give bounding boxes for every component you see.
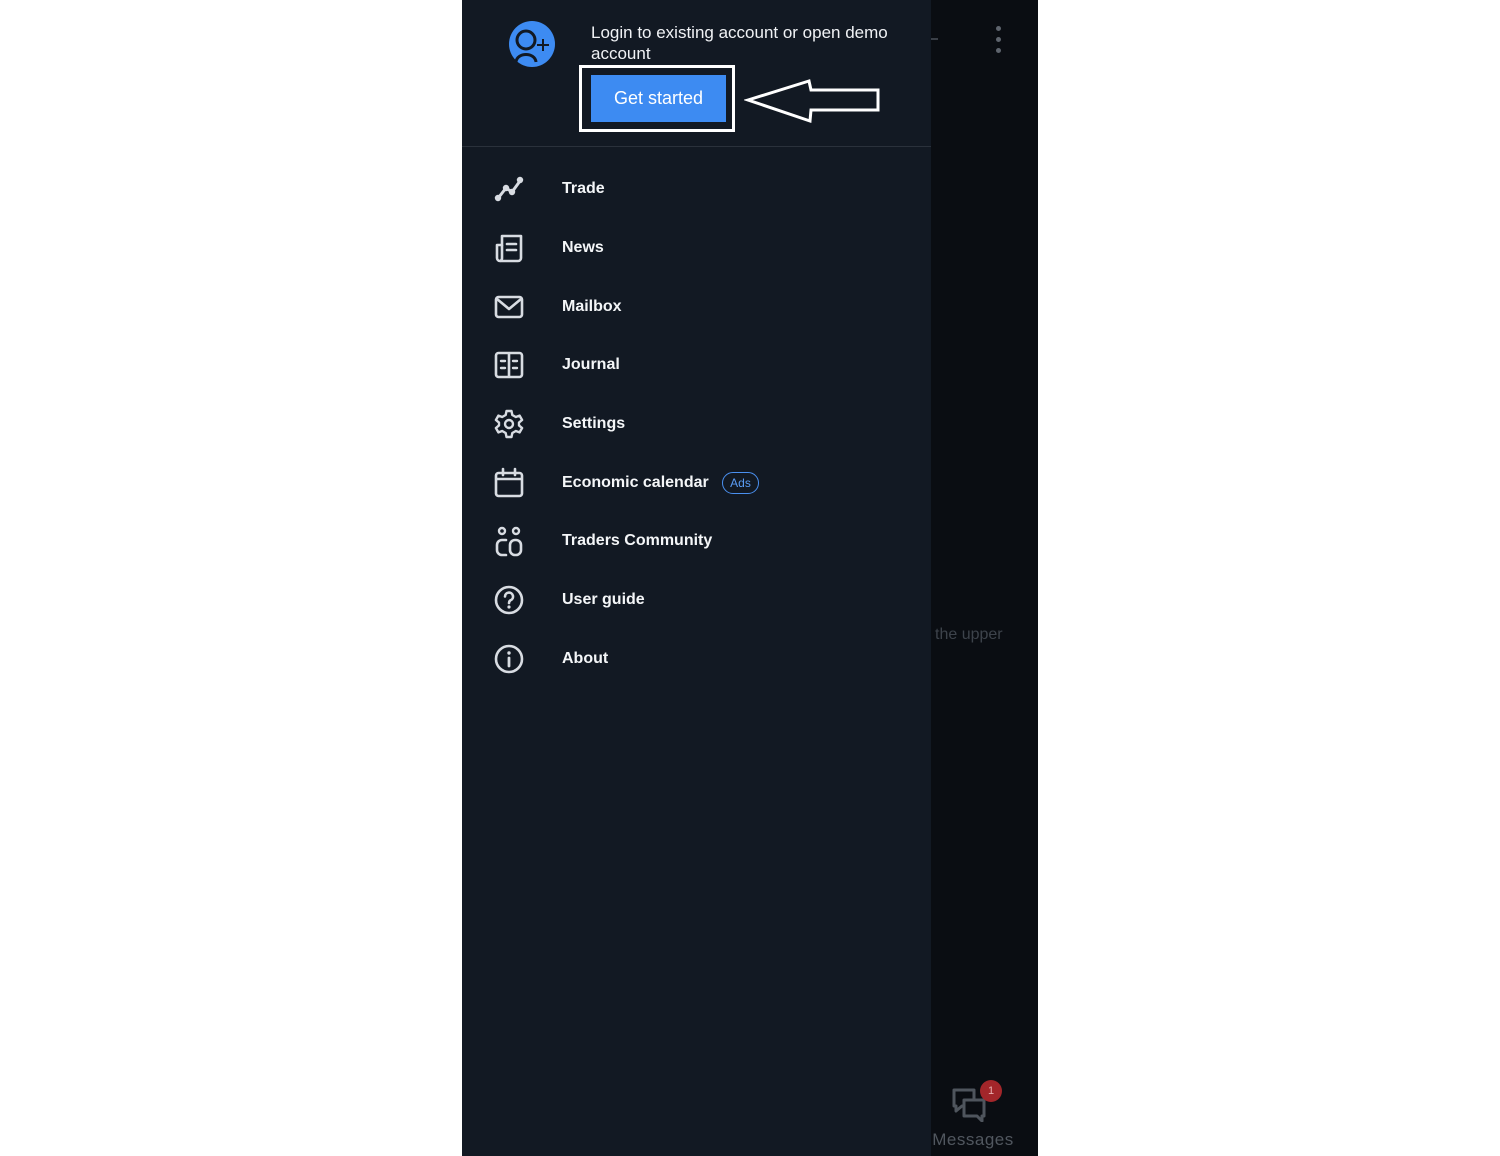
journal-book-icon: [493, 349, 525, 381]
get-started-button[interactable]: Get started: [591, 75, 726, 122]
community-icon: [493, 525, 525, 557]
messages-badge: 1: [980, 1080, 1002, 1102]
calendar-icon: [493, 467, 525, 499]
menu-item-economic-calendar[interactable]: Economic calendar Ads: [462, 453, 931, 512]
menu-item-label: News: [562, 239, 604, 257]
menu-item-label: About: [562, 649, 609, 667]
menu-item-label: Economic calendar: [562, 473, 709, 491]
menu-item-label: Trade: [562, 180, 605, 198]
help-circle-icon: [493, 584, 525, 616]
menu-item-label: Settings: [562, 415, 626, 433]
menu-item-settings[interactable]: Settings: [462, 395, 931, 454]
envelope-icon: [493, 291, 525, 323]
info-circle-icon: [493, 643, 525, 675]
menu-item-mailbox[interactable]: Mailbox: [462, 277, 931, 336]
phone-screen: the upper 1 Messages Login to existing a…: [462, 0, 1038, 1156]
navigation-drawer: Login to existing account or open demo a…: [462, 0, 931, 1156]
menu-item-about[interactable]: About: [462, 630, 931, 689]
menu-item-news[interactable]: News: [462, 219, 931, 278]
menu-item-journal[interactable]: Journal: [462, 336, 931, 395]
ads-badge: Ads: [722, 471, 759, 494]
menu-item-user-guide[interactable]: User guide: [462, 571, 931, 630]
trade-chart-icon: [493, 173, 525, 205]
menu-item-label: Mailbox: [562, 297, 622, 315]
more-options-icon[interactable]: [995, 26, 1003, 56]
gear-icon: [493, 408, 525, 440]
menu-item-trade[interactable]: Trade: [462, 160, 931, 219]
menu-item-label: Journal: [562, 356, 620, 374]
menu-item-label: User guide: [562, 591, 645, 609]
menu-item-label: Traders Community: [562, 532, 713, 550]
add-account-icon[interactable]: [508, 20, 556, 68]
minimize-icon[interactable]: [930, 38, 938, 40]
newspaper-icon: [493, 232, 525, 264]
messages-tab[interactable]: 1 Messages: [930, 1078, 1020, 1156]
messages-label: Messages: [932, 1130, 1014, 1149]
background-hint-text: the upper: [935, 626, 1003, 643]
drawer-header: Login to existing account or open demo a…: [462, 0, 931, 147]
login-prompt: Login to existing account or open demo a…: [591, 23, 888, 63]
annotation-arrow-icon: [744, 79, 880, 124]
drawer-menu: Trade News Mailbox Journal Settings Econ…: [462, 160, 931, 688]
menu-item-traders-community[interactable]: Traders Community: [462, 512, 931, 571]
